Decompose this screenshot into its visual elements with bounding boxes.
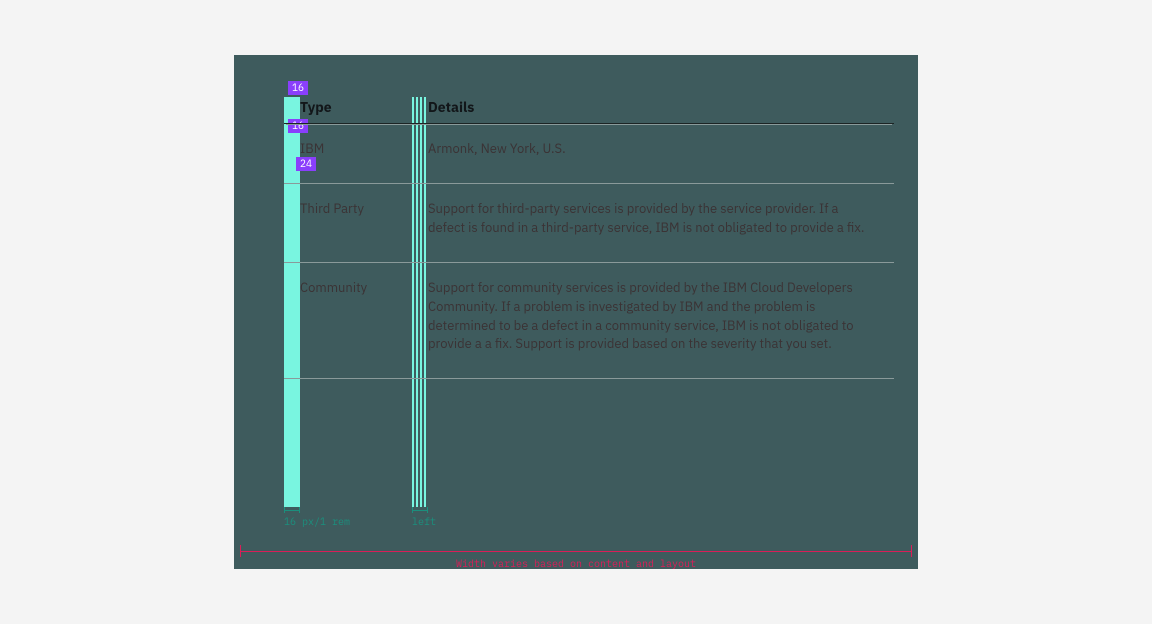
cell-details: Armonk, New York, U.S. [412, 124, 894, 184]
cell-type: Community [284, 262, 412, 378]
cell-type: Third Party [284, 184, 412, 263]
col-header-details: Details [412, 97, 894, 124]
measure-tag-16-top: 16 [288, 81, 308, 95]
spec-label-left: left [412, 515, 436, 528]
table-row: Third Party Support for third-party serv… [284, 184, 894, 263]
cell-details: Support for community services is provid… [412, 262, 894, 378]
spec-label-16px: 16 px/1 rem [284, 515, 350, 528]
measure-tick-left [284, 507, 300, 513]
spec-canvas: 16 16 24 Type Details IBM Armonk, New Yo… [234, 55, 918, 569]
table-header-row: Type Details [284, 97, 894, 124]
measure-tick-col2 [412, 507, 428, 513]
width-measure-label: Width varies based on content and layout [234, 557, 918, 570]
table-row: IBM Armonk, New York, U.S. [284, 124, 894, 184]
table-row: Community Support for community services… [284, 262, 894, 378]
cell-details: Support for third-party services is prov… [412, 184, 894, 263]
cell-type: IBM [284, 124, 412, 184]
spec-table: Type Details IBM Armonk, New York, U.S. … [284, 97, 894, 379]
col-header-type: Type [284, 97, 412, 124]
